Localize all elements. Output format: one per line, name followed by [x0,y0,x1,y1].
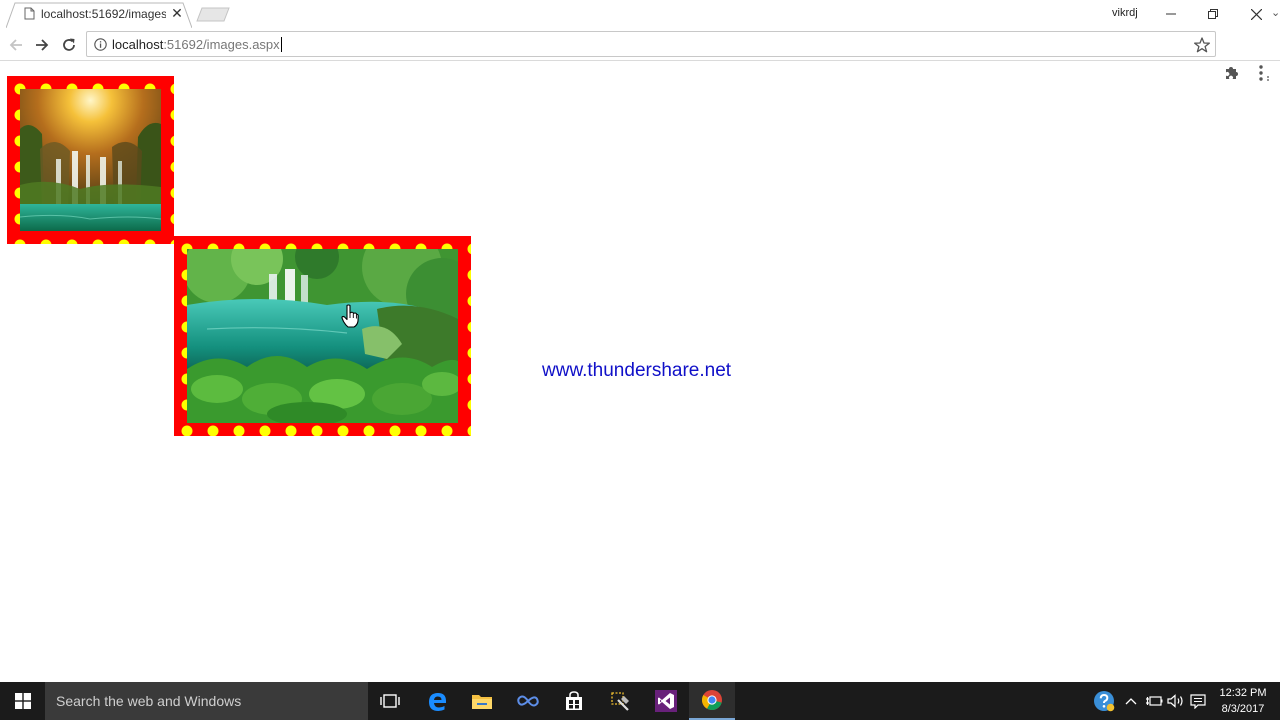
tab-close-icon[interactable]: ✕ [170,5,184,21]
chevron-down-icon: ⌄ [1271,7,1280,19]
show-hidden-icons-button[interactable] [1121,691,1141,711]
windows-logo-icon [14,693,31,709]
text-caret [280,37,282,52]
browser-menu-button[interactable] [1257,64,1271,82]
start-button[interactable] [0,682,45,720]
reload-icon [63,38,75,51]
url-host: localhost [112,37,164,52]
action-center-button[interactable] [1188,691,1208,711]
page-document-icon [24,7,35,20]
bookmark-star-icon[interactable] [1193,36,1211,54]
url-path: :51692/images.aspx [163,37,280,52]
volume-button[interactable] [1166,691,1186,711]
restore-icon [1208,9,1218,19]
back-arrow-icon [9,39,22,51]
taskbar-infinity-app[interactable] [505,682,551,720]
forward-arrow-icon [36,39,49,51]
speaker-icon [1167,694,1183,708]
infinity-icon [517,695,539,707]
site-url-link[interactable]: www.thundershare.net [542,360,731,382]
taskbar-chrome[interactable] [689,682,735,720]
edge-icon [429,693,446,711]
clock-time: 12:32 PM [1219,687,1267,699]
taskbar-edge[interactable] [414,682,460,720]
taskbar-visual-studio[interactable] [643,682,689,720]
taskbar-clock[interactable]: 12:32 PM 8/3/2017 [1212,685,1274,717]
waterfall-lagoon-image [187,249,458,423]
waterfall-lagoon-image-frame [174,236,471,436]
new-tab-button[interactable] [196,7,230,22]
close-icon [1250,8,1262,20]
browser-tab[interactable]: localhost:51692/images.a ✕ [6,0,192,28]
url-text[interactable]: localhost:51692/images.aspx [112,37,282,52]
waterfall-sunlight-image [20,89,161,231]
windows-taskbar: 12:32 PM 8/3/2017 [0,682,1280,720]
waterfall-sunlight-photo [20,89,161,231]
notification-icon [1190,693,1206,709]
browser-tab-strip: localhost:51692/images.a ✕ vikrdj ⌄ [0,0,1280,28]
kebab-menu-icon [1259,65,1269,81]
store-icon [566,691,582,710]
restore-button[interactable] [1192,0,1234,28]
info-icon[interactable] [94,38,107,51]
taskbar-tools-app[interactable] [597,682,643,720]
tab-title: localhost:51692/images.a [41,7,166,21]
file-explorer-icon [472,695,492,709]
minimize-button[interactable] [1150,0,1192,28]
chevron-up-icon [1125,698,1137,705]
minimize-icon [1166,13,1176,15]
back-button[interactable] [5,34,27,56]
taskbar-store[interactable] [551,682,597,720]
chrome-icon [702,690,722,711]
taskbar-task-view[interactable] [367,682,413,720]
tools-icon [611,692,629,711]
battery-plug-icon [1146,696,1163,706]
waterfall-sunlight-image-frame [7,76,174,244]
taskbar-search-input[interactable] [45,682,368,720]
extension-puzzle-icon[interactable] [1222,63,1242,83]
browser-toolbar: localhost:51692/images.aspx [0,28,1280,81]
waterfall-lagoon-photo [187,249,458,423]
battery-button[interactable] [1144,691,1164,711]
help-icon [1094,691,1115,712]
forward-button[interactable] [31,34,53,56]
taskbar-file-explorer[interactable] [459,682,505,720]
task-view-icon [380,694,400,708]
clock-date: 8/3/2017 [1221,703,1265,715]
visual-studio-icon [655,690,677,712]
address-bar[interactable]: localhost:51692/images.aspx [86,31,1216,57]
reload-button[interactable] [58,34,80,56]
profile-name[interactable]: vikrdj [1112,7,1138,19]
help-badge-icon[interactable] [1093,690,1115,712]
